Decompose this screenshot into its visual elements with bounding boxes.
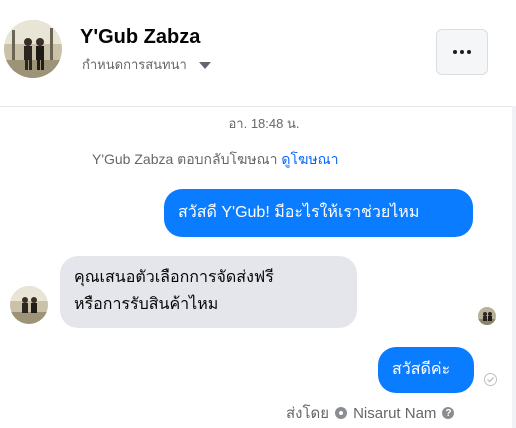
outgoing-message[interactable]: สวัสดี Y'Gub! มีอะไรให้เราช่วยไหม bbox=[164, 189, 473, 237]
conversation-settings-label: กำหนดการสนทนา bbox=[82, 57, 187, 72]
ad-reply-notice: Y'Gub Zabza ตอบกลับโฆษณา ดูโฆษณา bbox=[92, 149, 338, 171]
view-ad-link[interactable]: ดูโฆษณา bbox=[281, 151, 338, 167]
more-options-button[interactable] bbox=[436, 29, 488, 75]
incoming-message[interactable]: คุณเสนอตัวเลือกการจัดส่งฟรี หรือการรับสิ… bbox=[60, 256, 357, 328]
message-thread[interactable]: อา. 18:48 น. Y'Gub Zabza ตอบกลับโฆษณา ดู… bbox=[0, 106, 516, 428]
sent-by-info: ส่งโดย Nisarut Nam ? bbox=[286, 401, 455, 425]
conversation-header: Y'Gub Zabza กำหนดการสนทนา bbox=[0, 0, 516, 106]
outgoing-message[interactable]: สวัสดีค่ะ bbox=[378, 347, 474, 393]
sender-avatar[interactable] bbox=[10, 286, 48, 324]
sender-icon bbox=[335, 407, 348, 419]
avatar-image bbox=[4, 20, 62, 78]
conversation-settings-dropdown[interactable]: กำหนดการสนทนา bbox=[82, 54, 211, 75]
message-line: คุณเสนอตัวเลือกการจัดส่งฟรี bbox=[74, 269, 274, 286]
contact-name[interactable]: Y'Gub Zabza bbox=[80, 26, 200, 49]
avatar[interactable] bbox=[4, 20, 62, 78]
seen-check-icon bbox=[484, 373, 497, 386]
more-dots-icon bbox=[453, 50, 471, 54]
avatar-image bbox=[10, 286, 48, 324]
scrollbar[interactable] bbox=[512, 106, 516, 428]
ad-reply-text: Y'Gub Zabza ตอบกลับโฆษณา bbox=[92, 151, 278, 167]
message-timestamp: อา. 18:48 น. bbox=[228, 116, 300, 131]
seen-avatar bbox=[478, 307, 496, 325]
chevron-down-icon bbox=[198, 62, 211, 69]
message-text: สวัสดี Y'Gub! มีอะไรให้เราช่วยไหม bbox=[178, 204, 420, 221]
message-text: สวัสดีค่ะ bbox=[392, 361, 451, 378]
avatar-image bbox=[478, 307, 496, 325]
help-icon[interactable]: ? bbox=[442, 407, 455, 419]
sent-by-label: ส่งโดย bbox=[286, 405, 330, 422]
message-line: หรือการรับสินค้าไหม bbox=[74, 296, 219, 313]
sender-name: Nisarut Nam bbox=[353, 404, 437, 422]
